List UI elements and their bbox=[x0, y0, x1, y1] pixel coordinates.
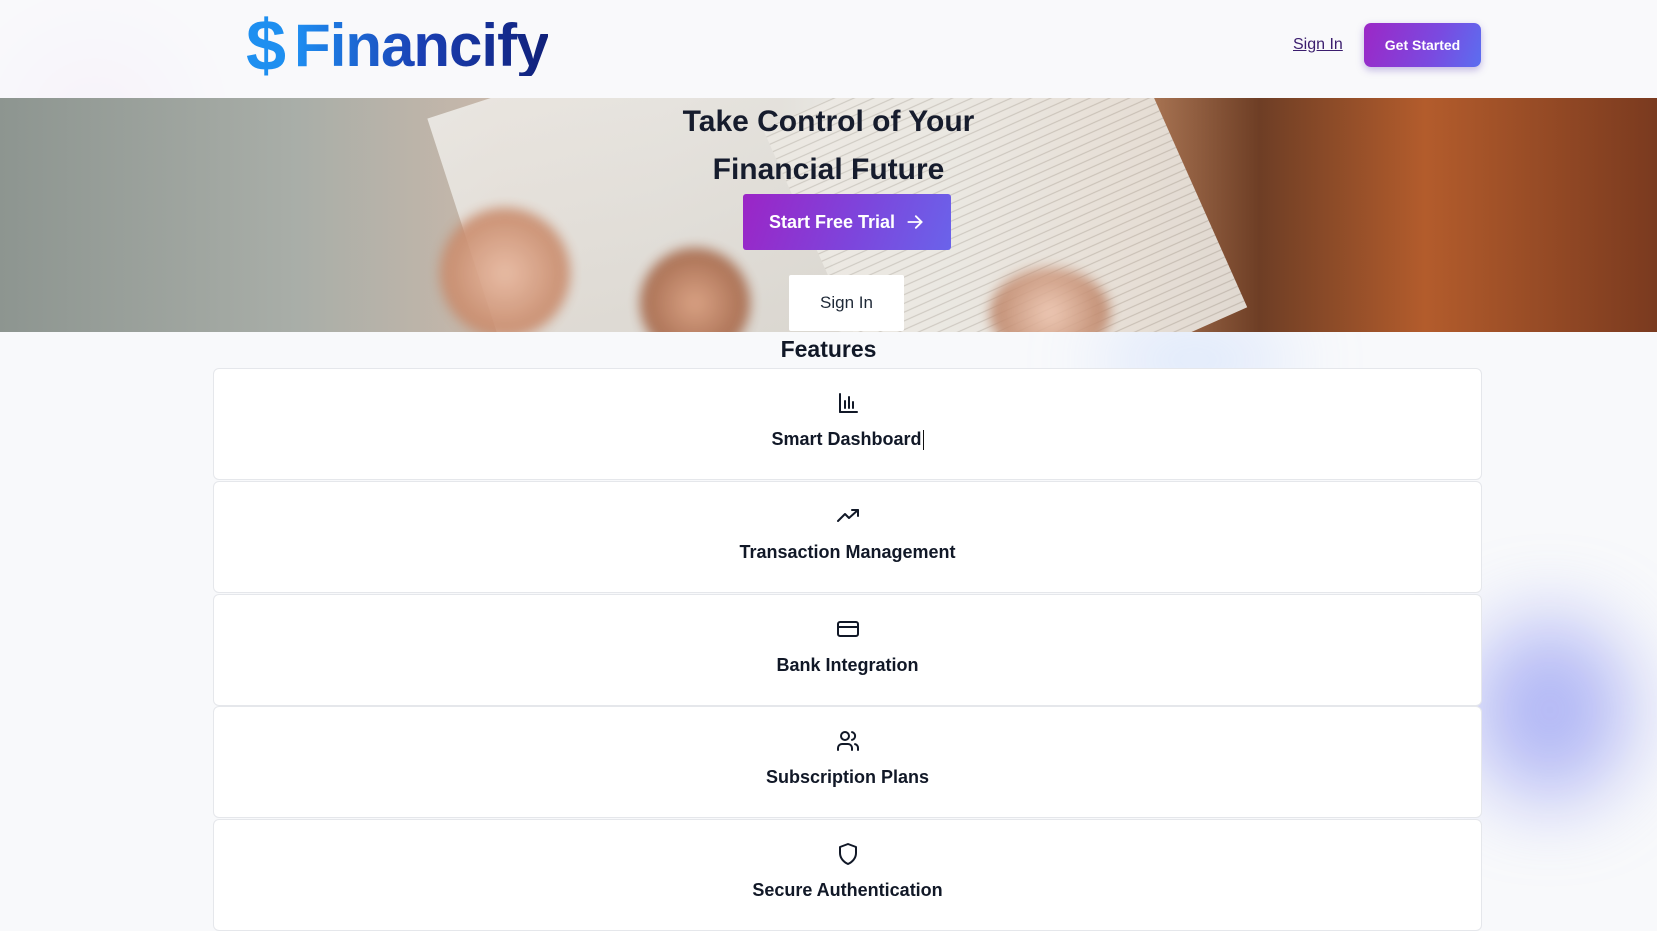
shield-icon bbox=[838, 843, 857, 865]
hero-title: Take Control of Your Financial Future bbox=[0, 98, 1657, 194]
nav-signin-link[interactable]: Sign In bbox=[1293, 36, 1343, 54]
text-cursor bbox=[922, 430, 924, 451]
top-navbar: $ Financify Sign In Get Started bbox=[0, 0, 1657, 98]
feature-card-secure-authentication[interactable]: Secure Authentication bbox=[213, 819, 1482, 931]
feature-label: Secure Authentication bbox=[752, 880, 943, 900]
feature-label: Transaction Management bbox=[739, 542, 956, 562]
credit-card-icon bbox=[836, 621, 859, 637]
get-started-button[interactable]: Get Started bbox=[1364, 23, 1481, 67]
start-free-trial-button[interactable]: Start Free Trial bbox=[743, 194, 951, 250]
decorative-blob-indigo bbox=[1470, 620, 1630, 800]
hero-image-hand bbox=[440, 208, 570, 332]
logo-wordmark: Financify bbox=[294, 12, 549, 79]
trending-up-icon bbox=[836, 509, 859, 522]
hero-title-line1: Take Control of Your bbox=[682, 105, 975, 138]
brand-logo[interactable]: $ Financify bbox=[246, 6, 549, 86]
feature-label: Subscription Plans bbox=[765, 767, 930, 787]
feature-label: Smart Dashboard bbox=[771, 429, 924, 451]
feature-label: Bank Integration bbox=[776, 655, 919, 675]
feature-card-smart-dashboard[interactable]: Smart Dashboard bbox=[213, 368, 1482, 480]
hero-title-line2: Financial Future bbox=[712, 153, 945, 186]
feature-card-bank-integration[interactable]: Bank Integration bbox=[213, 594, 1482, 706]
start-free-trial-label: Start Free Trial bbox=[768, 211, 896, 232]
bar-chart-icon bbox=[838, 393, 858, 413]
hero-signin-button[interactable]: Sign In bbox=[789, 275, 904, 331]
arrow-right-icon bbox=[907, 215, 923, 229]
feature-card-subscription-plans[interactable]: Subscription Plans bbox=[213, 706, 1482, 818]
feature-card-transaction-management[interactable]: Transaction Management bbox=[213, 481, 1482, 593]
users-icon bbox=[836, 731, 859, 751]
features-heading: Features bbox=[780, 336, 877, 362]
logo-dollar-icon: $ bbox=[246, 6, 287, 86]
